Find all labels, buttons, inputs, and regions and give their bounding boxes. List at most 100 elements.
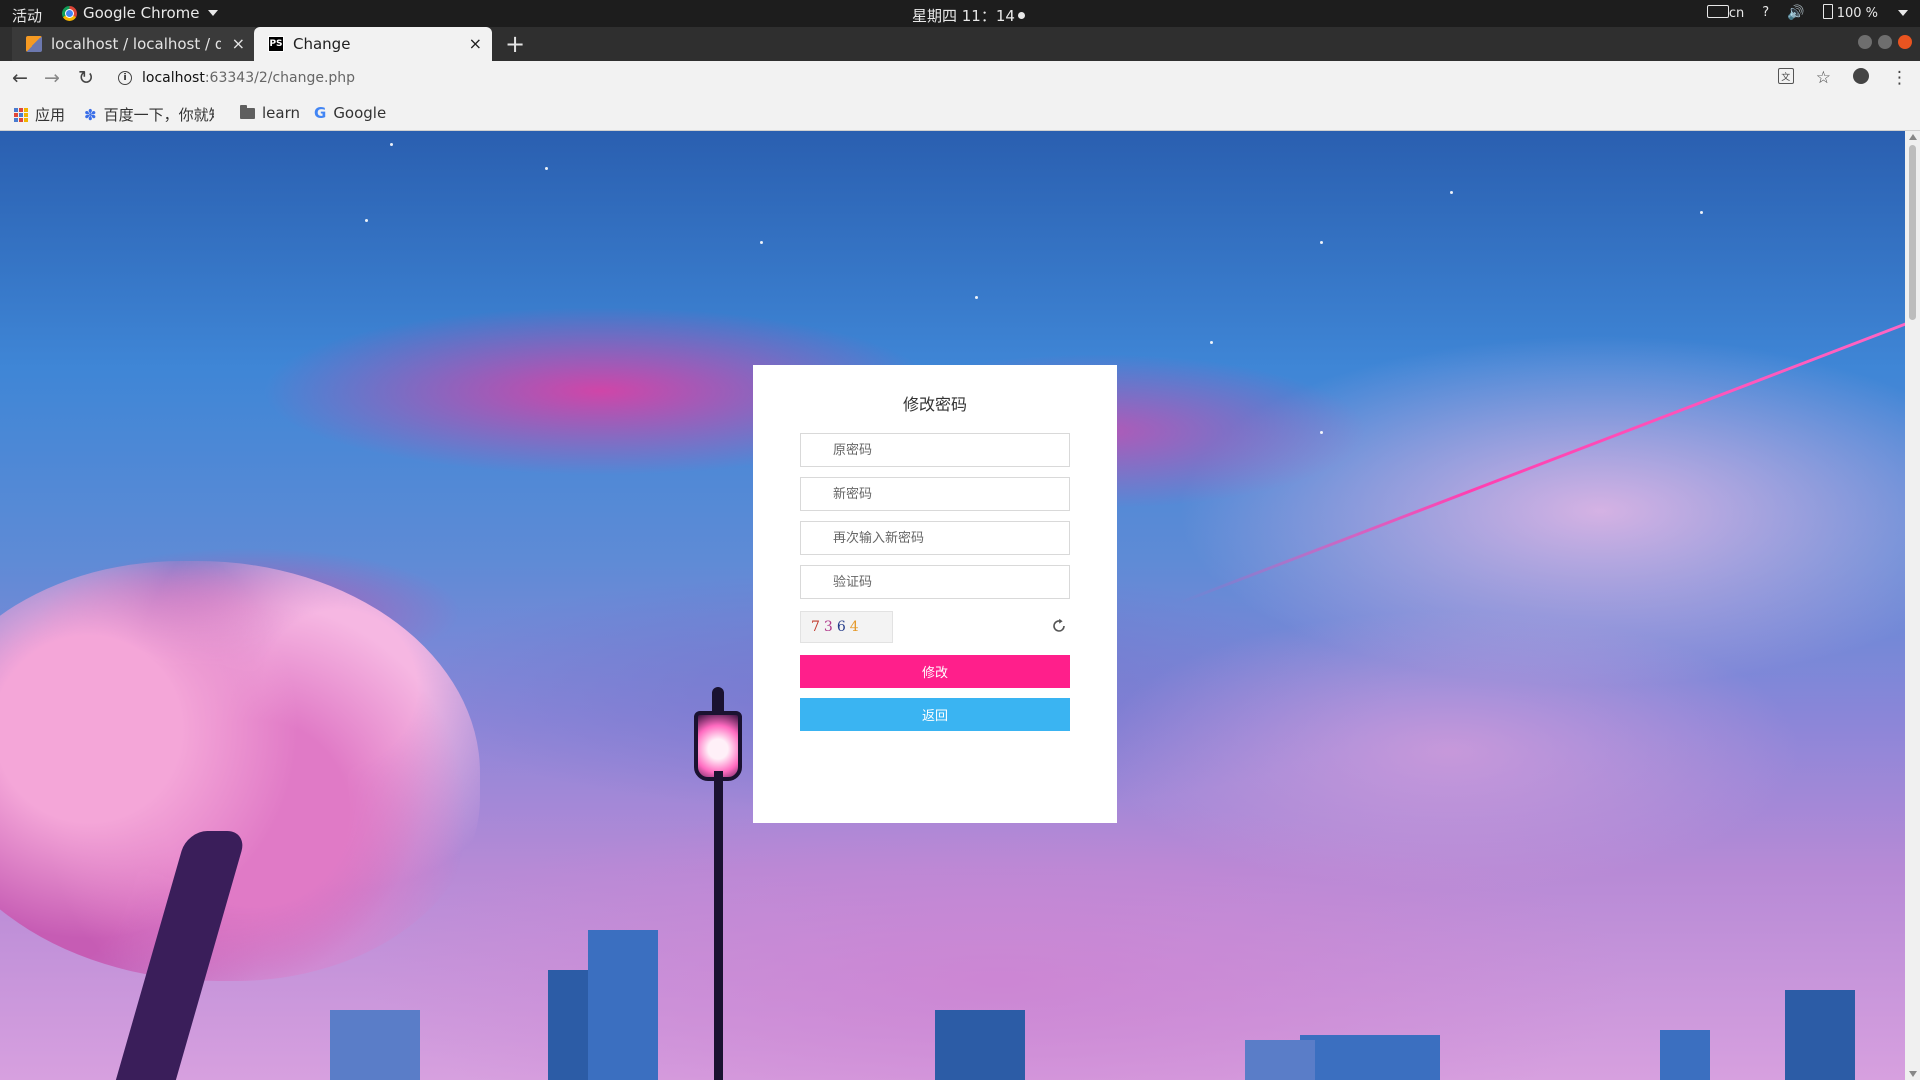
- activities-button[interactable]: 活动: [12, 5, 42, 26]
- old-password-input[interactable]: [800, 433, 1070, 467]
- background-star: [1450, 191, 1453, 194]
- confirm-password-input[interactable]: [800, 521, 1070, 555]
- app-menu-label: Google Chrome: [83, 4, 200, 22]
- bookmark-google[interactable]: G Google: [314, 104, 386, 122]
- captcha-input[interactable]: [800, 565, 1070, 599]
- bookmark-apps[interactable]: 应用: [14, 104, 65, 125]
- submit-change-button[interactable]: 修改: [800, 655, 1070, 688]
- captcha-image[interactable]: 7364: [800, 611, 893, 643]
- background-building: [588, 930, 658, 1080]
- background-star: [1320, 431, 1323, 434]
- translate-icon[interactable]: 文: [1777, 68, 1794, 84]
- back-button[interactable]: 返回: [800, 698, 1070, 731]
- captcha-char: 4: [849, 619, 863, 635]
- reload-icon[interactable]: ↻: [78, 67, 94, 89]
- bookmark-baidu[interactable]: ✽ 百度一下，你就知道: [84, 104, 214, 125]
- input-method-label: cn: [1728, 5, 1745, 21]
- battery-icon: [1822, 4, 1833, 19]
- clock[interactable]: 星期四 11：14: [912, 5, 1025, 26]
- background-building: [935, 1010, 1025, 1080]
- street-lamp-post: [714, 771, 723, 1080]
- background-building: [1660, 1030, 1710, 1080]
- chrome-logo-icon: [62, 5, 77, 21]
- background-star: [365, 219, 368, 222]
- os-top-panel: 活动 Google Chrome 星期四 11：14 cn ? 🔊 100 %: [0, 0, 1920, 27]
- new-password-input[interactable]: [800, 477, 1070, 511]
- bookmark-star-icon[interactable]: ☆: [1816, 68, 1831, 88]
- menu-kebab-icon[interactable]: ⋮: [1891, 68, 1908, 88]
- forward-arrow-icon[interactable]: →: [44, 67, 60, 89]
- input-method-indicator[interactable]: cn: [1706, 4, 1745, 21]
- window-controls: [1858, 35, 1912, 49]
- background-star: [1700, 211, 1703, 214]
- street-lamp-finial: [712, 687, 724, 713]
- phpmyadmin-icon: [26, 36, 42, 52]
- site-info-icon[interactable]: i: [118, 71, 132, 85]
- battery-label: 100 %: [1836, 6, 1878, 21]
- url-host: localhost: [142, 70, 205, 86]
- speaker-icon[interactable]: 🔊: [1787, 5, 1804, 21]
- background-star: [545, 167, 548, 170]
- battery-indicator[interactable]: 100 %: [1822, 4, 1878, 21]
- scrollbar-thumb[interactable]: [1909, 145, 1916, 320]
- clock-label: 星期四 11：14: [912, 7, 1015, 25]
- url-path: :63343/2/change.php: [204, 70, 356, 86]
- toolbar-actions: 文 ☆ ⋮: [1777, 68, 1908, 88]
- tab-label: localhost / localhost / dat: [51, 35, 221, 53]
- change-password-card: 修改密码 7364 修改 返回: [753, 365, 1117, 823]
- scroll-up-arrow-icon[interactable]: [1909, 134, 1917, 140]
- cherry-blossom-tree: [0, 561, 480, 981]
- tab-phpmyadmin[interactable]: localhost / localhost / dat ×: [12, 27, 255, 61]
- folder-icon: [240, 104, 255, 119]
- background-star: [1210, 341, 1213, 344]
- app-menu[interactable]: Google Chrome: [62, 4, 218, 22]
- tab-strip: localhost / localhost / dat × PS Change …: [0, 27, 1920, 61]
- background-star: [975, 296, 978, 299]
- tab-label: Change: [293, 35, 351, 53]
- minimize-button[interactable]: [1858, 35, 1872, 49]
- keyboard-icon: [1706, 4, 1729, 18]
- account-icon[interactable]: [1853, 68, 1869, 84]
- background-star: [1320, 241, 1323, 244]
- phpstorm-icon: PS: [268, 36, 284, 52]
- back-arrow-icon[interactable]: ←: [12, 67, 28, 89]
- refresh-svg: [1053, 618, 1065, 632]
- background-star: [390, 143, 393, 146]
- notification-dot-icon: [1017, 12, 1025, 19]
- background-building: [1245, 1040, 1315, 1080]
- captcha-char: 7: [811, 619, 824, 635]
- apps-grid-icon: [14, 107, 28, 122]
- tab-close-button[interactable]: ×: [232, 34, 245, 53]
- browser-toolbar: ← → ↻ i localhost:63343/2/change.php 文 ☆…: [0, 61, 1920, 98]
- form-title: 修改密码: [902, 395, 967, 414]
- bookmark-label: Google: [333, 104, 387, 122]
- scroll-down-arrow-icon[interactable]: [1909, 1071, 1917, 1077]
- system-tray[interactable]: cn ? 🔊 100 %: [1706, 4, 1908, 21]
- page-scrollbar[interactable]: [1905, 131, 1920, 1080]
- help-indicator[interactable]: ?: [1762, 5, 1769, 20]
- window-close-button[interactable]: [1898, 35, 1912, 49]
- new-tab-button[interactable]: +: [505, 30, 525, 58]
- bookmark-learn[interactable]: learn: [240, 104, 300, 122]
- google-icon: G: [314, 104, 327, 122]
- baidu-paw-icon: ✽: [84, 105, 97, 124]
- tab-change[interactable]: PS Change ×: [254, 27, 492, 61]
- bookmark-label: 百度一下，你就知道: [103, 106, 214, 124]
- bookmark-label: 应用: [35, 106, 66, 124]
- background-star: [760, 241, 763, 244]
- captcha-char: 6: [836, 619, 850, 635]
- captcha-char: 3: [823, 619, 837, 635]
- background-building: [1300, 1035, 1440, 1080]
- background-building: [330, 1010, 420, 1080]
- bookmark-label: learn: [262, 104, 300, 122]
- maximize-button[interactable]: [1878, 35, 1892, 49]
- address-bar[interactable]: i localhost:63343/2/change.php: [118, 70, 355, 86]
- bookmarks-bar: 应用 ✽ 百度一下，你就知道 learn G Google: [0, 98, 1920, 131]
- tab-close-button[interactable]: ×: [469, 34, 482, 53]
- system-menu-chevron-icon[interactable]: [1898, 9, 1908, 16]
- refresh-captcha-icon[interactable]: [1048, 615, 1070, 637]
- background-building: [1785, 990, 1855, 1080]
- captcha-row: 7364: [800, 611, 1070, 645]
- shooting-star-streak: [1179, 321, 1905, 604]
- chevron-down-icon: [207, 10, 218, 16]
